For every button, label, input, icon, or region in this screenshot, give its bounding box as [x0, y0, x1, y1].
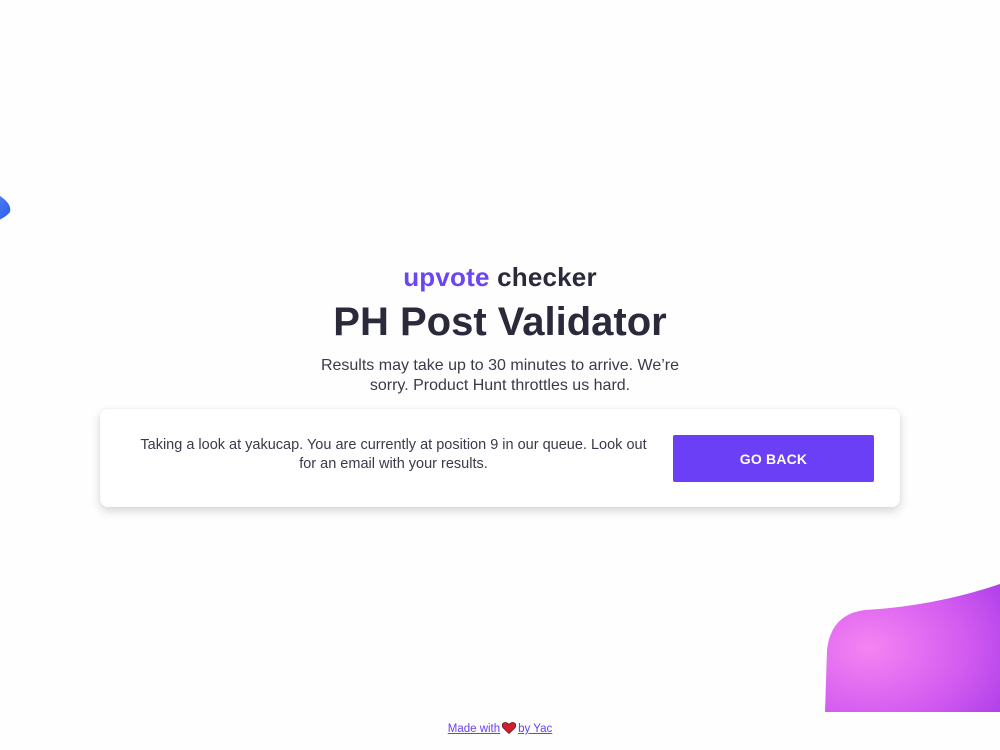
footer-by: by Yac [518, 723, 553, 735]
status-card: Taking a look at yakucap. You are curren… [100, 409, 900, 507]
page-subtitle: Results may take up to 30 minutes to arr… [320, 357, 680, 394]
footer: Made with by Yac [0, 722, 1000, 735]
footer-credit-link[interactable]: Made with by Yac [447, 722, 553, 735]
brand-word-checker: checker [497, 262, 597, 292]
go-back-button[interactable]: GO BACK [673, 435, 874, 482]
decorative-blob-left [0, 196, 11, 220]
brand-logo: upvote checker [0, 262, 1000, 293]
page: upvote checker PH Post Validator Results… [0, 0, 1000, 750]
brand-word-upvote: upvote [403, 262, 490, 292]
queue-status-message: Taking a look at yakucap. You are curren… [140, 437, 647, 472]
footer-made-with: Made with [447, 723, 501, 735]
decorative-blob-right [825, 584, 1000, 712]
page-title: PH Post Validator [333, 300, 667, 344]
heart-icon [502, 722, 517, 734]
